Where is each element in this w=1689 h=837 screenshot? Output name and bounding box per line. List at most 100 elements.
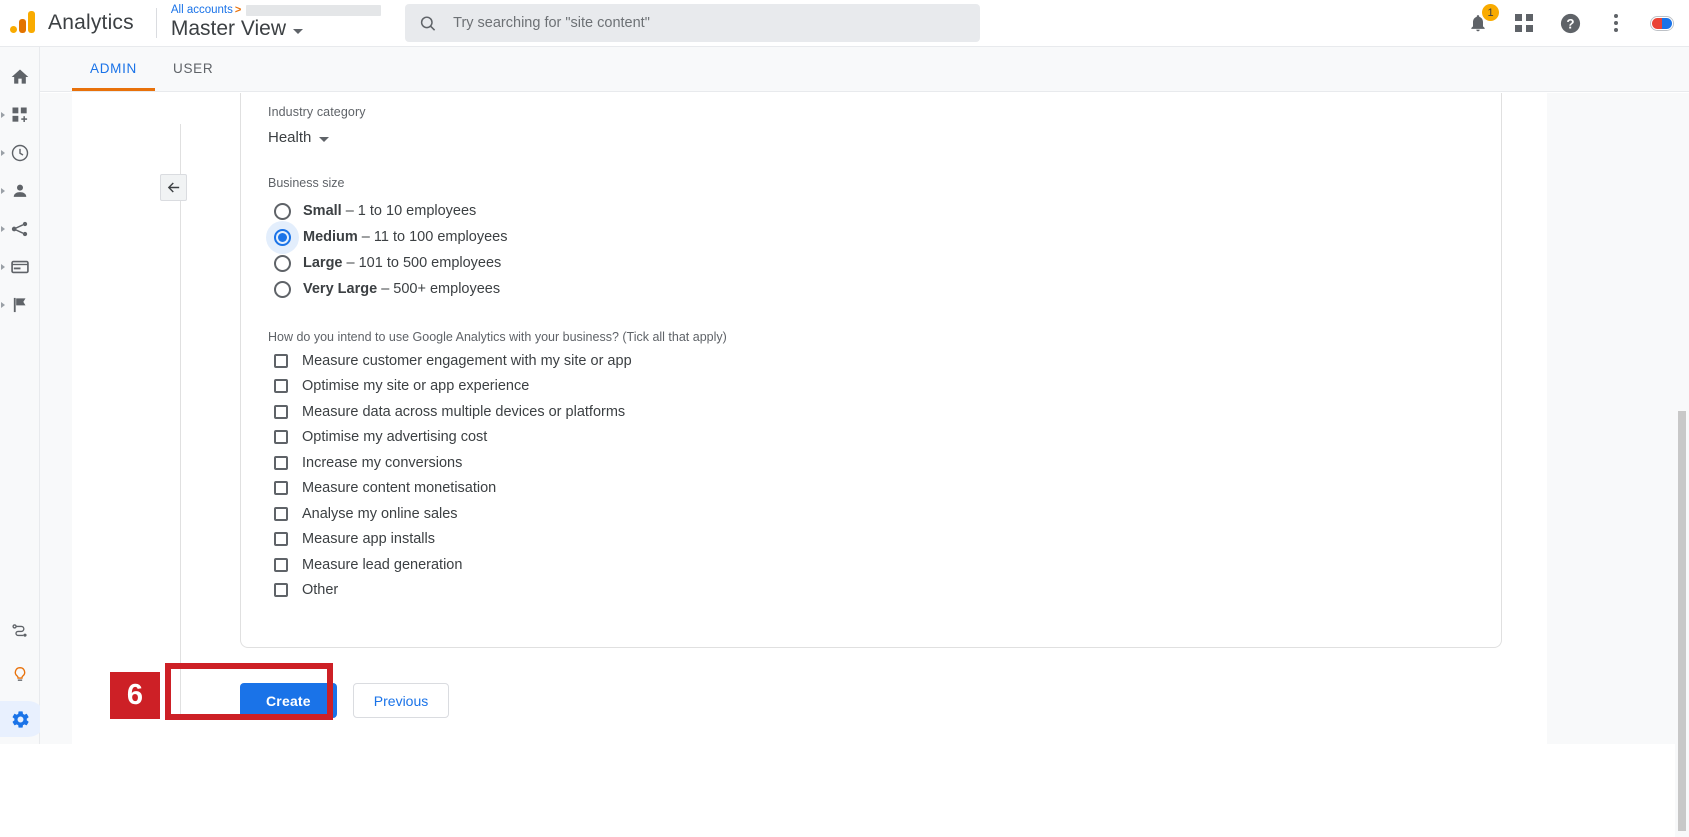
account-breadcrumb-block[interactable]: All accounts > Master View bbox=[171, 4, 382, 42]
scrollbar-thumb[interactable] bbox=[1678, 411, 1686, 831]
expand-arrow-icon bbox=[1, 188, 5, 194]
radio-business-size-large[interactable]: Large – 101 to 500 employees bbox=[274, 250, 1501, 276]
account-button[interactable] bbox=[1649, 10, 1675, 36]
tab-user[interactable]: USER bbox=[155, 46, 231, 91]
expand-arrow-icon bbox=[1, 150, 5, 156]
checkbox-measure-customer-engagement[interactable]: Measure customer engagement with my site… bbox=[274, 348, 1501, 374]
checkbox-other[interactable]: Other bbox=[274, 578, 1501, 604]
share-nodes-icon bbox=[11, 221, 28, 237]
annotation-step-number: 6 bbox=[110, 672, 160, 719]
checkbox-label: Analyse my online sales bbox=[302, 505, 458, 522]
left-nav-rail bbox=[0, 47, 46, 744]
radio-title: Small bbox=[303, 203, 342, 219]
sidebar-item-realtime[interactable] bbox=[0, 135, 40, 171]
brand-name: Analytics bbox=[48, 11, 134, 34]
checkbox-measure-lead-generation[interactable]: Measure lead generation bbox=[274, 552, 1501, 578]
more-options-button[interactable] bbox=[1603, 10, 1629, 36]
customisation-icon bbox=[12, 107, 28, 122]
kebab-menu-icon bbox=[1614, 14, 1618, 32]
intent-question-label: How do you intend to use Google Analytic… bbox=[268, 330, 727, 344]
radio-title: Large bbox=[303, 255, 343, 271]
radio-detail: – 101 to 500 employees bbox=[342, 255, 502, 271]
checkbox-increase-conversions[interactable]: Increase my conversions bbox=[274, 450, 1501, 476]
checkbox-icon bbox=[274, 455, 288, 470]
checkbox-label: Other bbox=[302, 582, 339, 599]
checkbox-icon bbox=[274, 430, 288, 445]
sidebar-item-attribution[interactable] bbox=[0, 613, 40, 649]
checkbox-icon bbox=[274, 583, 288, 598]
checkbox-measure-content-monetisation[interactable]: Measure content monetisation bbox=[274, 476, 1501, 502]
checkbox-label: Optimise my advertising cost bbox=[302, 429, 488, 446]
sidebar-item-home[interactable] bbox=[0, 59, 40, 95]
sidebar-item-discover[interactable] bbox=[0, 657, 40, 693]
view-name-label: Master View bbox=[170, 17, 286, 40]
sidebar-item-customisation[interactable] bbox=[0, 97, 40, 133]
radio-title: Medium bbox=[303, 229, 358, 245]
checkbox-icon bbox=[274, 481, 288, 496]
checkbox-icon bbox=[274, 379, 288, 394]
radio-label: Medium – 11 to 100 employees bbox=[303, 229, 507, 245]
apps-button[interactable] bbox=[1511, 10, 1537, 36]
checkbox-icon bbox=[274, 557, 288, 572]
annotation-highlight-box bbox=[165, 663, 333, 720]
industry-label: Industry category bbox=[268, 105, 366, 119]
chevron-down-icon bbox=[319, 137, 330, 142]
avatar-icon bbox=[1651, 16, 1673, 30]
radio-detail: – 1 to 10 employees bbox=[341, 203, 477, 219]
expand-arrow-icon bbox=[1, 302, 5, 308]
expand-arrow-icon bbox=[1, 112, 5, 118]
checkbox-label: Measure lead generation bbox=[302, 556, 463, 573]
checkbox-icon bbox=[274, 532, 288, 547]
view-selector[interactable]: Master View bbox=[171, 16, 381, 42]
checkbox-measure-data-across-devices[interactable]: Measure data across multiple devices or … bbox=[274, 399, 1501, 425]
checkbox-label: Measure customer engagement with my site… bbox=[302, 352, 632, 369]
checkbox-measure-app-installs[interactable]: Measure app installs bbox=[274, 527, 1501, 553]
tab-admin[interactable]: ADMIN bbox=[72, 46, 155, 91]
radio-label: Large – 101 to 500 employees bbox=[303, 255, 501, 271]
sidebar-item-audience[interactable] bbox=[0, 173, 40, 209]
notifications-button[interactable]: 1 bbox=[1465, 4, 1499, 36]
radio-detail: – 11 to 100 employees bbox=[357, 229, 508, 245]
checkbox-icon bbox=[274, 353, 288, 368]
top-header: Analytics All accounts > Master View 1 bbox=[0, 0, 1689, 47]
attribution-path-icon bbox=[12, 624, 27, 637]
card-icon bbox=[11, 260, 29, 274]
header-actions: 1 ? bbox=[1465, 4, 1689, 36]
sidebar-item-acquisition[interactable] bbox=[0, 211, 40, 247]
radio-detail: – 500+ employees bbox=[377, 281, 501, 297]
radio-circle-icon bbox=[274, 202, 291, 220]
radio-circle-selected-icon bbox=[274, 228, 291, 246]
search-bar[interactable] bbox=[405, 4, 981, 42]
checkbox-analyse-online-sales[interactable]: Analyse my online sales bbox=[274, 501, 1501, 527]
help-icon: ? bbox=[1560, 13, 1580, 33]
expand-arrow-icon bbox=[1, 264, 5, 270]
checkbox-label: Measure content monetisation bbox=[302, 480, 497, 497]
stepper-rule bbox=[180, 124, 181, 716]
tab-bar: ADMIN USER bbox=[40, 47, 1689, 92]
checkbox-optimise-advertising-cost[interactable]: Optimise my advertising cost bbox=[274, 425, 1501, 451]
checkbox-optimise-site-experience[interactable]: Optimise my site or app experience bbox=[274, 374, 1501, 400]
radio-business-size-medium[interactable]: Medium – 11 to 100 employees bbox=[266, 221, 1501, 254]
checkbox-label: Measure app installs bbox=[302, 531, 435, 548]
back-button[interactable] bbox=[160, 174, 187, 201]
help-button[interactable]: ? bbox=[1557, 10, 1583, 36]
sidebar-item-admin[interactable] bbox=[0, 701, 46, 737]
radio-title: Very Large bbox=[303, 281, 378, 297]
notification-badge: 1 bbox=[1482, 4, 1499, 21]
search-input[interactable] bbox=[453, 15, 967, 31]
breadcrumb[interactable]: All accounts > bbox=[171, 4, 382, 16]
main-canvas: Industry category Health Business size S… bbox=[40, 93, 1689, 837]
checkbox-label: Increase my conversions bbox=[302, 454, 463, 471]
vertical-scrollbar[interactable] bbox=[1675, 186, 1689, 837]
breadcrumb-separator: > bbox=[234, 4, 242, 16]
radio-business-size-small[interactable]: Small – 1 to 10 employees bbox=[274, 198, 1501, 224]
breadcrumb-root[interactable]: All accounts bbox=[171, 4, 233, 16]
content-panel: Industry category Health Business size S… bbox=[72, 93, 1547, 744]
radio-business-size-very-large[interactable]: Very Large – 500+ employees bbox=[274, 276, 1501, 302]
flag-icon bbox=[13, 297, 26, 313]
previous-button[interactable]: Previous bbox=[352, 683, 450, 718]
expand-arrow-icon bbox=[1, 226, 5, 232]
industry-select[interactable]: Health bbox=[268, 125, 330, 150]
sidebar-item-conversions[interactable] bbox=[0, 287, 40, 323]
sidebar-item-behaviour[interactable] bbox=[0, 249, 40, 285]
